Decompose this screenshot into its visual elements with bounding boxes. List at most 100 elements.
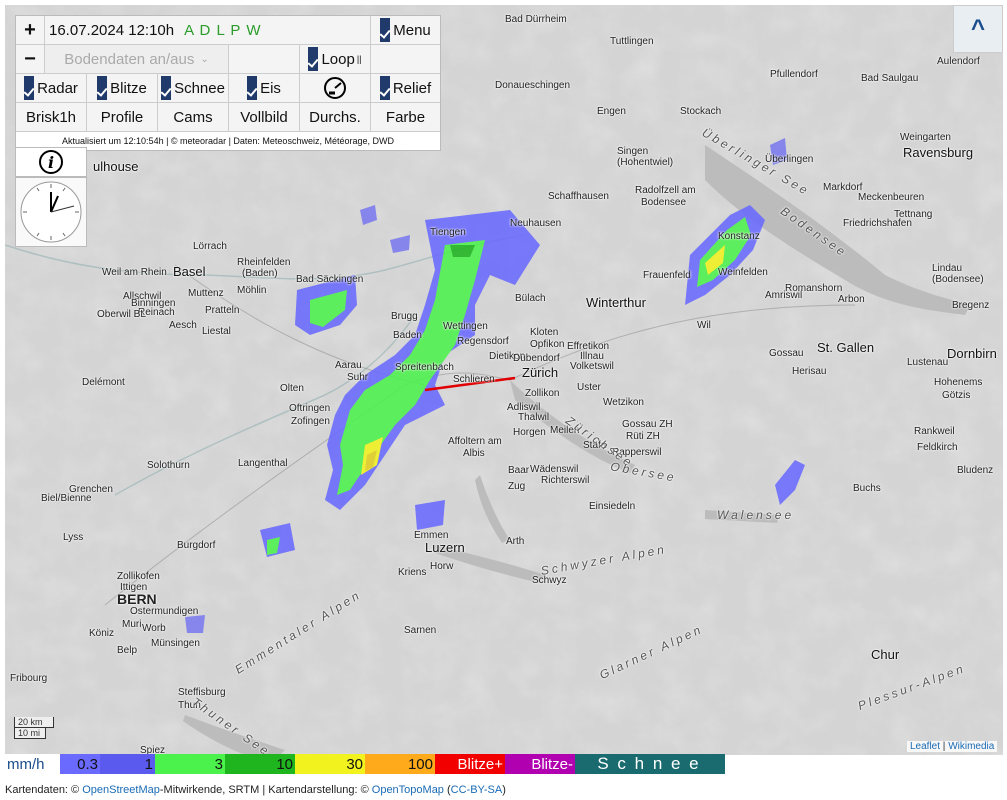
- leaflet-link[interactable]: Leaflet: [910, 741, 940, 752]
- bodendaten-select[interactable]: Bodendaten an/aus ⌄: [45, 45, 229, 73]
- place-label: Kriens: [398, 567, 427, 578]
- map-attribution: Leaflet | Wikimedia: [907, 741, 998, 752]
- schnee-toggle[interactable]: Schnee: [158, 74, 229, 102]
- place-label: Richterswil: [541, 475, 590, 486]
- place-label: Opfikon: [530, 339, 565, 350]
- place-label: Ravensburg: [903, 145, 974, 160]
- zoom-out-button[interactable]: −: [16, 45, 45, 73]
- legend-item: 1: [100, 754, 155, 774]
- place-label: Feldkirch: [917, 442, 958, 453]
- place-label: Münsingen: [151, 638, 200, 649]
- radar-toggle[interactable]: Radar: [16, 74, 87, 102]
- place-label: Chur: [871, 647, 900, 662]
- control-row-2: − Bodendaten an/aus ⌄ Loop ||: [16, 45, 440, 74]
- place-label: Baden: [393, 330, 422, 341]
- mode-letters[interactable]: A D L P W: [184, 22, 261, 39]
- place-label: Basel: [173, 264, 206, 279]
- vollbild-button[interactable]: Vollbild: [229, 103, 300, 131]
- place-label: Lyss: [63, 532, 84, 543]
- place-label: Oftringen: [289, 403, 331, 414]
- legend-item: 10: [225, 754, 295, 774]
- scale-bar: 20 km 10 mi: [14, 717, 54, 739]
- eis-toggle[interactable]: Eis: [229, 74, 300, 102]
- place-label: Meckenbeuren: [858, 192, 925, 203]
- blitze-toggle[interactable]: Blitze: [87, 74, 158, 102]
- place-label: Bludenz: [957, 465, 994, 476]
- place-label: Bad Saulgau: [861, 73, 919, 84]
- menu-button[interactable]: Menu: [371, 16, 440, 44]
- place-label: Lindau: [932, 263, 963, 274]
- place-label: Aarau: [335, 360, 362, 371]
- blitze-check-icon: [97, 76, 108, 100]
- durchs-button[interactable]: Durchs.: [300, 103, 371, 131]
- loop-button[interactable]: Loop ||: [300, 45, 371, 73]
- place-label: Bodensee: [641, 197, 687, 208]
- schnee-label: Schnee: [174, 79, 225, 97]
- place-label: Möhlin: [237, 285, 267, 296]
- place-label: St. Gallen: [817, 340, 875, 355]
- place-label: Romanshorn: [785, 283, 843, 294]
- legend-item: S c h n e e: [575, 754, 725, 774]
- place-label: Liestal: [202, 326, 231, 337]
- place-label: Regensdorf: [457, 336, 509, 347]
- farbe-button[interactable]: Farbe: [371, 103, 440, 131]
- place-label: Sarnen: [404, 625, 437, 636]
- license-link[interactable]: CC-BY-SA: [451, 784, 503, 796]
- footer-close: ): [502, 784, 506, 796]
- place-label: Bregenz: [952, 300, 990, 311]
- place-label: Worb: [142, 623, 166, 634]
- zoom-in-button[interactable]: +: [16, 16, 45, 44]
- place-label: Zug: [508, 481, 526, 492]
- place-label: Lustenau: [907, 357, 949, 368]
- place-label: Gossau: [769, 348, 804, 359]
- place-label: Weinfelden: [718, 267, 768, 278]
- loop-label: Loop: [321, 50, 355, 68]
- brisk-button[interactable]: Brisk1h: [16, 103, 87, 131]
- place-label: Uster: [577, 382, 601, 393]
- eis-check-icon: [247, 76, 258, 100]
- info-button[interactable]: i: [15, 147, 87, 177]
- place-label: Zollikon: [525, 388, 560, 399]
- place-label: Herisau: [792, 366, 827, 377]
- speed-dial-button[interactable]: [300, 74, 371, 102]
- place-label: Schaffhausen: [548, 191, 609, 202]
- place-label: Markdorf: [823, 182, 863, 193]
- clock-icon: [20, 181, 82, 243]
- place-label: Neuhausen: [510, 218, 562, 229]
- legend-bar: mm/h 0.3 1 3 10 30 100 Blitze+ Blitze- S c h n e …: [5, 754, 725, 774]
- place-label: Dübendorf: [513, 353, 560, 364]
- place-label: Rheinfelden: [237, 257, 291, 268]
- control-row-3: Radar Blitze Schnee Eis Relief: [16, 74, 440, 103]
- legend-item: 3: [155, 754, 225, 774]
- cams-button[interactable]: Cams: [158, 103, 229, 131]
- datetime-text: 16.07.2024 12:10h: [49, 21, 175, 39]
- otm-link[interactable]: OpenTopoMap: [372, 784, 444, 796]
- relief-check-icon: [379, 76, 390, 100]
- place-label: Kloten: [530, 327, 559, 338]
- place-label: Luzern: [425, 540, 465, 555]
- place-label: Horgen: [513, 427, 546, 438]
- wikimedia-link[interactable]: Wikimedia: [948, 741, 994, 752]
- place-label: Bad Dürrheim: [505, 14, 567, 25]
- legend-item: Blitze-: [505, 754, 575, 774]
- osm-link[interactable]: OpenStreetMap: [82, 784, 160, 796]
- control-panel: + 16.07.2024 12:10h A D L P W Menu − Bod…: [15, 15, 441, 151]
- place-label: Weil am Rhein: [102, 267, 167, 278]
- footer-attribution: Kartendaten: © OpenStreetMap-Mitwirkende…: [5, 784, 506, 796]
- relief-toggle[interactable]: Relief: [371, 74, 440, 102]
- place-label: Lörrach: [193, 241, 227, 252]
- place-label: Gossau ZH: [622, 419, 673, 430]
- place-label: Götzis: [942, 390, 971, 401]
- collapse-button[interactable]: ^: [953, 5, 1003, 53]
- bodendaten-label: Bodendaten an/aus: [64, 50, 195, 68]
- place-label: Oberwil BL: [97, 309, 146, 320]
- place-label: Zürich: [522, 365, 559, 380]
- eis-label: Eis: [260, 79, 281, 97]
- place-label: Wetzikon: [603, 397, 644, 408]
- place-label: Affoltern am: [448, 436, 502, 447]
- relief-label: Relief: [392, 79, 432, 97]
- legend-item: 30: [295, 754, 365, 774]
- datetime-display[interactable]: 16.07.2024 12:10h A D L P W: [45, 16, 371, 44]
- profile-button[interactable]: Profile: [87, 103, 158, 131]
- control-row-4: Brisk1h Profile Cams Vollbild Durchs. Fa…: [16, 103, 440, 132]
